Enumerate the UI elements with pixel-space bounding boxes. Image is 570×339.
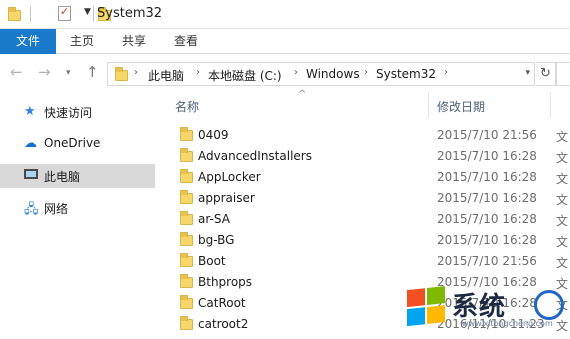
table-row[interactable]: AdvancedInstallers 2015/7/10 16:28 文 (158, 146, 570, 167)
breadcrumb-separator-icon[interactable]: › (134, 67, 138, 78)
breadcrumb-separator-icon[interactable]: › (294, 67, 298, 78)
watermark-text: 系统 (452, 292, 507, 322)
navigation-bar: ← → ▾ ↑ › 此电脑 › 本地磁盘 (C:) › Windows › Sy… (0, 55, 570, 91)
file-name: ar-SA (198, 212, 230, 226)
table-row[interactable]: AppLocker 2015/7/10 16:28 文 (158, 167, 570, 188)
address-dropdown-icon[interactable]: ▾ (525, 68, 530, 78)
column-divider[interactable] (550, 92, 551, 118)
folder-icon (180, 190, 193, 204)
watermark-url: www.xitongcheng.com (462, 319, 553, 328)
breadcrumb-separator-icon[interactable]: › (364, 67, 368, 78)
up-arrow-icon[interactable]: ↑ (86, 63, 99, 81)
file-name: AdvancedInstallers (198, 149, 312, 163)
divider (93, 6, 94, 22)
file-name: Boot (198, 254, 226, 268)
nav-item-this-pc[interactable]: 此电脑 (0, 164, 155, 188)
file-name: 0409 (198, 128, 229, 142)
table-row[interactable]: ar-SA 2015/7/10 16:28 文 (158, 209, 570, 230)
folder-icon (180, 253, 193, 267)
window-title: System32 (97, 6, 163, 21)
table-row[interactable]: Boot 2015/7/10 21:56 文 (158, 251, 570, 272)
file-date: 2015/7/10 16:28 (437, 170, 537, 184)
ribbon-tabs: 文件 主页 共享 查看 (0, 29, 570, 54)
pc-icon (24, 167, 38, 183)
file-date: 2015/7/10 21:56 (437, 128, 537, 142)
recent-locations-chevron-icon[interactable]: ▾ (66, 68, 71, 78)
file-date: 2015/7/10 16:28 (437, 191, 537, 205)
folder-icon (115, 67, 128, 81)
folder-icon (180, 148, 193, 162)
file-type: 文 (556, 193, 569, 207)
column-header-name[interactable]: 名称 (175, 98, 199, 124)
file-date: 2015/7/10 16:28 (437, 149, 537, 163)
folder-icon (180, 316, 193, 330)
file-name: appraiser (198, 191, 255, 205)
file-name: AppLocker (198, 170, 261, 184)
column-header-date[interactable]: 修改日期 (437, 98, 485, 124)
network-icon: 🖧 (24, 202, 39, 217)
breadcrumb-local-disk[interactable]: 本地磁盘 (C:) (208, 67, 282, 84)
tab-share[interactable]: 共享 (112, 29, 156, 54)
folder-icon (180, 274, 193, 288)
navigation-pane: ★ 快速访问 ☁ OneDrive 此电脑 🖧 网络 (0, 92, 157, 339)
breadcrumb-windows[interactable]: Windows (306, 67, 360, 81)
folder-icon (180, 127, 193, 141)
address-bar[interactable]: › 此电脑 › 本地磁盘 (C:) › Windows › System32 ›… (107, 62, 535, 86)
breadcrumb-separator-icon[interactable]: › (444, 67, 448, 78)
folder-icon (180, 295, 193, 309)
breadcrumb-separator-icon[interactable]: › (196, 67, 200, 78)
star-icon: ★ (24, 104, 36, 119)
refresh-icon[interactable]: ↻ (536, 62, 556, 86)
table-row[interactable]: appraiser 2015/7/10 16:28 文 (158, 188, 570, 209)
nav-item-quick-access[interactable]: ★ 快速访问 (0, 100, 155, 124)
watermark: 系统 www.xitongcheng.com (404, 282, 570, 339)
windows-logo-icon (407, 286, 447, 328)
tab-file[interactable]: 文件 (0, 29, 56, 54)
file-name: catroot2 (198, 317, 249, 331)
nav-item-label: 网络 (44, 202, 69, 216)
file-name: CatRoot (198, 296, 246, 310)
folder-icon[interactable] (8, 7, 21, 21)
properties-icon[interactable] (57, 5, 71, 21)
file-date: 2015/7/10 21:56 (437, 254, 537, 268)
breadcrumb-this-pc[interactable]: 此电脑 (148, 67, 184, 84)
file-type: 文 (556, 151, 569, 165)
column-divider[interactable] (428, 92, 429, 118)
table-row[interactable]: 0409 2015/7/10 21:56 文 (158, 125, 570, 146)
search-input[interactable] (556, 62, 570, 86)
table-row[interactable]: bg-BG 2015/7/10 16:28 文 (158, 230, 570, 251)
file-type: 文 (556, 256, 569, 270)
tab-view[interactable]: 查看 (164, 29, 208, 54)
folder-icon (180, 169, 193, 183)
sort-ascending-icon: ^ (298, 89, 307, 100)
file-date: 2015/7/10 16:28 (437, 233, 537, 247)
file-type: 文 (556, 172, 569, 186)
file-type: 文 (556, 235, 569, 249)
nav-item-onedrive[interactable]: ☁ OneDrive (0, 132, 155, 156)
file-type: 文 (556, 214, 569, 228)
forward-arrow-icon[interactable]: → (38, 63, 51, 81)
divider (30, 6, 31, 22)
nav-item-label: OneDrive (44, 136, 101, 150)
breadcrumb-system32[interactable]: System32 (376, 67, 436, 81)
file-type: 文 (556, 130, 569, 144)
folder-icon (180, 232, 193, 246)
quick-access-dropdown-icon[interactable]: ▼ (84, 7, 91, 17)
nav-item-label: 快速访问 (44, 106, 93, 120)
tab-home[interactable]: 主页 (60, 29, 104, 54)
nav-item-network[interactable]: 🖧 网络 (0, 196, 155, 220)
file-name: Bthprops (198, 275, 253, 289)
nav-item-label: 此电脑 (44, 170, 81, 184)
file-name: bg-BG (198, 233, 235, 247)
cloud-icon: ☁ (24, 136, 37, 151)
file-date: 2015/7/10 16:28 (437, 212, 537, 226)
title-bar: ▼ System32 (0, 0, 570, 29)
folder-icon (180, 211, 193, 225)
back-arrow-icon[interactable]: ← (10, 63, 23, 81)
watermark-ring-icon (534, 290, 564, 320)
